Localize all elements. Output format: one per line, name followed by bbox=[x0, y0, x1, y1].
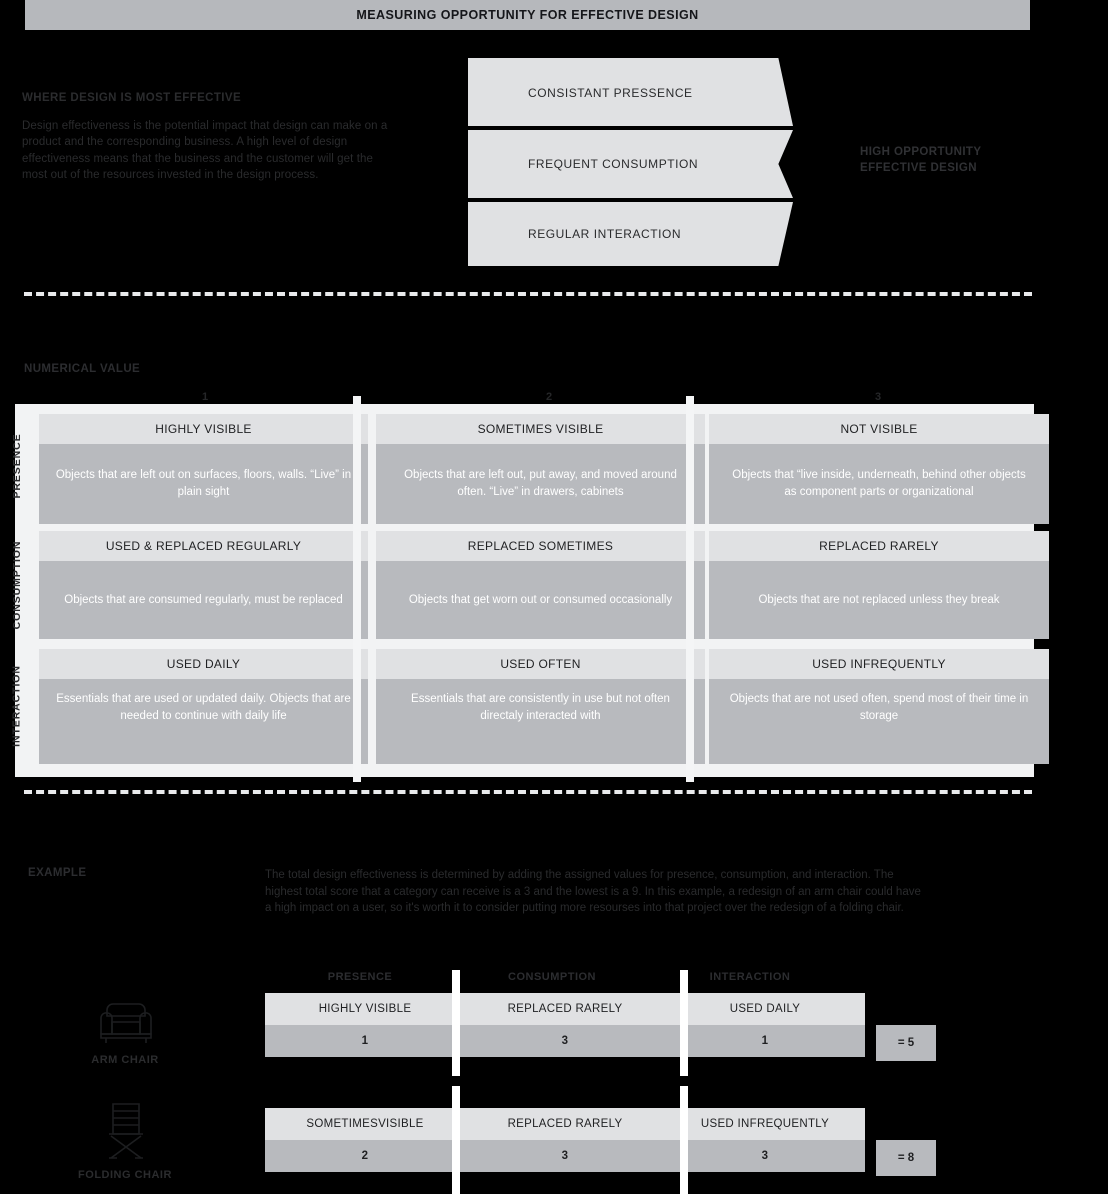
example-column-separator bbox=[452, 1086, 460, 1194]
column-number-1: 1 bbox=[201, 391, 209, 403]
matrix-column-numbers: 1 2 3 bbox=[24, 391, 1034, 405]
matrix-cell-title: NOT VISIBLE bbox=[709, 414, 1049, 444]
funnel-outcome-line-2: EFFECTIVE DESIGN bbox=[860, 161, 977, 174]
matrix-cell: USED & REPLACED REGULARLY Objects that a… bbox=[39, 531, 368, 639]
example-total: = 5 bbox=[876, 1025, 936, 1061]
funnel-band-presence: CONSISTANT PRESSENCE bbox=[468, 58, 793, 126]
example-cell-value: 3 bbox=[561, 1035, 569, 1047]
funnel-diagram: CONSISTANT PRESSENCE FREQUENT CONSUMPTIO… bbox=[468, 58, 793, 266]
example-column-header-consumption: CONSUMPTION bbox=[508, 971, 596, 983]
example-table-titles: SOMETIMESVISIBLE REPLACED RARELY USED IN… bbox=[265, 1108, 865, 1140]
example-cell-value: 1 bbox=[761, 1035, 769, 1047]
criteria-matrix: HIGHLY VISIBLE Objects that are left out… bbox=[15, 404, 1049, 777]
matrix-cell: USED DAILY Essentials that are used or u… bbox=[39, 649, 368, 764]
example-column-separator bbox=[680, 970, 688, 1076]
example-table-titles: HIGHLY VISIBLE REPLACED RARELY USED DAIL… bbox=[265, 993, 865, 1025]
matrix-row-presence: HIGHLY VISIBLE Objects that are left out… bbox=[39, 414, 1049, 524]
matrix-cell-desc: Objects that are not replaced unless the… bbox=[709, 561, 1049, 639]
matrix-row-label-consumption: CONSUMPTION bbox=[11, 540, 23, 630]
matrix-cell-desc: Objects that “live inside, underneath, b… bbox=[709, 444, 1049, 524]
example-cell-title: SOMETIMESVISIBLE bbox=[306, 1118, 424, 1130]
section-divider-bottom bbox=[24, 790, 1032, 794]
funnel-band-interaction: REGULAR INTERACTION bbox=[468, 202, 793, 266]
matrix-row-label-interaction: INTERACTION bbox=[10, 665, 23, 747]
example-column-headers: PRESENCE CONSUMPTION INTERACTION bbox=[265, 971, 875, 987]
matrix-cell-title: REPLACED SOMETIMES bbox=[376, 531, 705, 561]
funnel-band-label: CONSISTANT PRESSENCE bbox=[528, 86, 693, 100]
matrix-column-separator bbox=[686, 396, 694, 782]
section-divider-top bbox=[24, 292, 1032, 296]
matrix-cell: REPLACED SOMETIMES Objects that get worn… bbox=[376, 531, 705, 639]
intro-body: Design effectiveness is the potential im… bbox=[22, 120, 388, 181]
matrix-cell: REPLACED RARELY Objects that are not rep… bbox=[709, 531, 1049, 639]
example-cell-title: USED DAILY bbox=[729, 1003, 801, 1015]
example-table-values: 2 3 3 bbox=[265, 1140, 865, 1172]
intro-heading: WHERE DESIGN IS MOST EFFECTIVE bbox=[22, 92, 242, 104]
matrix-cell: SOMETIMES VISIBLE Objects that are left … bbox=[376, 414, 705, 524]
example-cell-title: HIGHLY VISIBLE bbox=[318, 1003, 412, 1015]
matrix-row-interaction: USED DAILY Essentials that are used or u… bbox=[39, 649, 1049, 764]
matrix-cell-title: USED INFREQUENTLY bbox=[709, 649, 1049, 679]
matrix-cell: USED OFTEN Essentials that are consisten… bbox=[376, 649, 705, 764]
example-column-separator bbox=[680, 1086, 688, 1194]
example-table: HIGHLY VISIBLE REPLACED RARELY USED DAIL… bbox=[265, 993, 865, 1057]
example-cell-value: 1 bbox=[361, 1035, 369, 1047]
matrix-cell-desc: Essentials that are consistently in use … bbox=[376, 679, 705, 764]
page-title: MEASURING OPPORTUNITY FOR EFFECTIVE DESI… bbox=[356, 8, 699, 22]
numerical-value-label: NUMERICAL VALUE bbox=[24, 363, 141, 375]
matrix-cell-desc: Essentials that are used or updated dail… bbox=[39, 679, 368, 764]
example-table: SOMETIMESVISIBLE REPLACED RARELY USED IN… bbox=[265, 1108, 865, 1172]
funnel-band-label: REGULAR INTERACTION bbox=[528, 227, 682, 241]
matrix-cell-title: SOMETIMES VISIBLE bbox=[376, 414, 705, 444]
funnel-outcome-line-1: HIGH OPPORTUNITY bbox=[860, 146, 982, 158]
matrix-cell-desc: Objects that are not used often, spend m… bbox=[709, 679, 1049, 764]
matrix-row-labels: PRESENCE CONSUMPTION INTERACTION bbox=[0, 404, 24, 777]
funnel-outcome: HIGH OPPORTUNITY EFFECTIVE DESIGN bbox=[860, 145, 1060, 176]
example-cell-title: REPLACED RARELY bbox=[507, 1118, 623, 1130]
example-cell-title: REPLACED RARELY bbox=[507, 1003, 623, 1015]
matrix-cell: NOT VISIBLE Objects that “live inside, u… bbox=[709, 414, 1049, 524]
example-cell-value: 3 bbox=[561, 1150, 569, 1162]
matrix-column-separator bbox=[353, 396, 361, 782]
example-body: The total design effectiveness is determ… bbox=[265, 869, 921, 914]
example-cell-value: 2 bbox=[361, 1150, 369, 1162]
matrix-row-label-presence: PRESENCE bbox=[11, 433, 23, 499]
infographic-page: MEASURING OPPORTUNITY FOR EFFECTIVE DESI… bbox=[0, 0, 1108, 1194]
column-number-3: 3 bbox=[874, 391, 882, 403]
example-heading: EXAMPLE bbox=[28, 867, 87, 879]
example-column-header-presence: PRESENCE bbox=[327, 971, 393, 983]
example-total: = 8 bbox=[876, 1140, 936, 1176]
matrix-cell-title: USED OFTEN bbox=[376, 649, 705, 679]
matrix-cell-title: USED DAILY bbox=[39, 649, 368, 679]
funnel-band-label: FREQUENT CONSUMPTION bbox=[528, 157, 699, 171]
criteria-matrix-inner: HIGHLY VISIBLE Objects that are left out… bbox=[39, 404, 1049, 777]
example-row-caption: FOLDING CHAIR bbox=[78, 1169, 172, 1181]
folding-chair-icon bbox=[97, 1100, 155, 1162]
matrix-cell-desc: Objects that are consumed regularly, mus… bbox=[39, 561, 368, 639]
example-cell-title: USED INFREQUENTLY bbox=[700, 1118, 830, 1130]
example-row-caption: ARM CHAIR bbox=[91, 1054, 159, 1066]
example-cell-value: 3 bbox=[761, 1150, 769, 1162]
matrix-cell: USED INFREQUENTLY Objects that are not u… bbox=[709, 649, 1049, 764]
example-table-values: 1 3 1 bbox=[265, 1025, 865, 1057]
matrix-cell-desc: Objects that are left out, put away, and… bbox=[376, 444, 705, 524]
example-column-separator bbox=[452, 970, 460, 1076]
matrix-cell-title: REPLACED RARELY bbox=[709, 531, 1049, 561]
arm-chair-icon bbox=[95, 992, 157, 1048]
matrix-cell-title: HIGHLY VISIBLE bbox=[39, 414, 368, 444]
matrix-cell: HIGHLY VISIBLE Objects that are left out… bbox=[39, 414, 368, 524]
title-banner: MEASURING OPPORTUNITY FOR EFFECTIVE DESI… bbox=[25, 0, 1030, 30]
matrix-cell-title: USED & REPLACED REGULARLY bbox=[39, 531, 368, 561]
matrix-cell-desc: Objects that get worn out or consumed oc… bbox=[376, 561, 705, 639]
matrix-cell-desc: Objects that are left out on surfaces, f… bbox=[39, 444, 368, 524]
funnel-band-consumption: FREQUENT CONSUMPTION bbox=[468, 130, 793, 198]
matrix-row-consumption: USED & REPLACED REGULARLY Objects that a… bbox=[39, 531, 1049, 639]
intro-block: WHERE DESIGN IS MOST EFFECTIVE Design ef… bbox=[22, 92, 394, 183]
column-number-2: 2 bbox=[545, 391, 553, 403]
